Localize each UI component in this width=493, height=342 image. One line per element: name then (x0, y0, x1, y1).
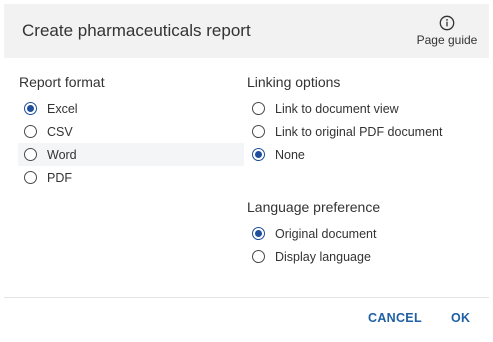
report-format-title: Report format (19, 74, 105, 90)
info-icon (439, 15, 455, 31)
radio-format-csv[interactable]: CSV (18, 120, 244, 143)
option-label: Link to document view (275, 101, 399, 116)
radio-button-selected[interactable] (252, 148, 265, 161)
ok-button[interactable]: OK (451, 311, 470, 325)
linking-options-title: Linking options (247, 74, 341, 90)
dialog-header: Create pharmaceuticals report Page guide (4, 4, 489, 58)
language-preference-title: Language preference (247, 199, 381, 215)
page-guide-label: Page guide (416, 33, 478, 47)
radio-link-none[interactable]: None (246, 143, 476, 166)
option-label: Original document (275, 226, 377, 241)
radio-link-original-pdf[interactable]: Link to original PDF document (246, 120, 476, 143)
radio-button[interactable] (24, 125, 37, 138)
radio-language-display[interactable]: Display language (246, 245, 476, 268)
radio-format-pdf[interactable]: PDF (18, 166, 244, 189)
radio-button-selected[interactable] (252, 227, 265, 240)
radio-format-word[interactable]: Word (18, 143, 244, 166)
option-label: CSV (47, 124, 73, 139)
option-label: Display language (275, 249, 371, 264)
option-label: PDF (47, 170, 72, 185)
option-label: Link to original PDF document (275, 124, 443, 139)
radio-button[interactable] (24, 171, 37, 184)
radio-button[interactable] (252, 250, 265, 263)
footer-divider (4, 297, 489, 298)
page-guide-button[interactable]: Page guide (416, 15, 478, 53)
create-report-dialog: Create pharmaceuticals report Page guide… (0, 0, 493, 342)
radio-button[interactable] (252, 125, 265, 138)
dialog-title: Create pharmaceuticals report (22, 21, 251, 40)
cancel-button[interactable]: CANCEL (368, 311, 422, 325)
option-label: None (275, 147, 305, 162)
radio-format-excel[interactable]: Excel (18, 97, 244, 120)
option-label: Word (47, 147, 77, 162)
radio-link-document-view[interactable]: Link to document view (246, 97, 476, 120)
radio-language-original[interactable]: Original document (246, 222, 476, 245)
radio-button[interactable] (252, 102, 265, 115)
radio-button[interactable] (24, 148, 37, 161)
radio-button-selected[interactable] (24, 102, 37, 115)
option-label: Excel (47, 101, 78, 116)
